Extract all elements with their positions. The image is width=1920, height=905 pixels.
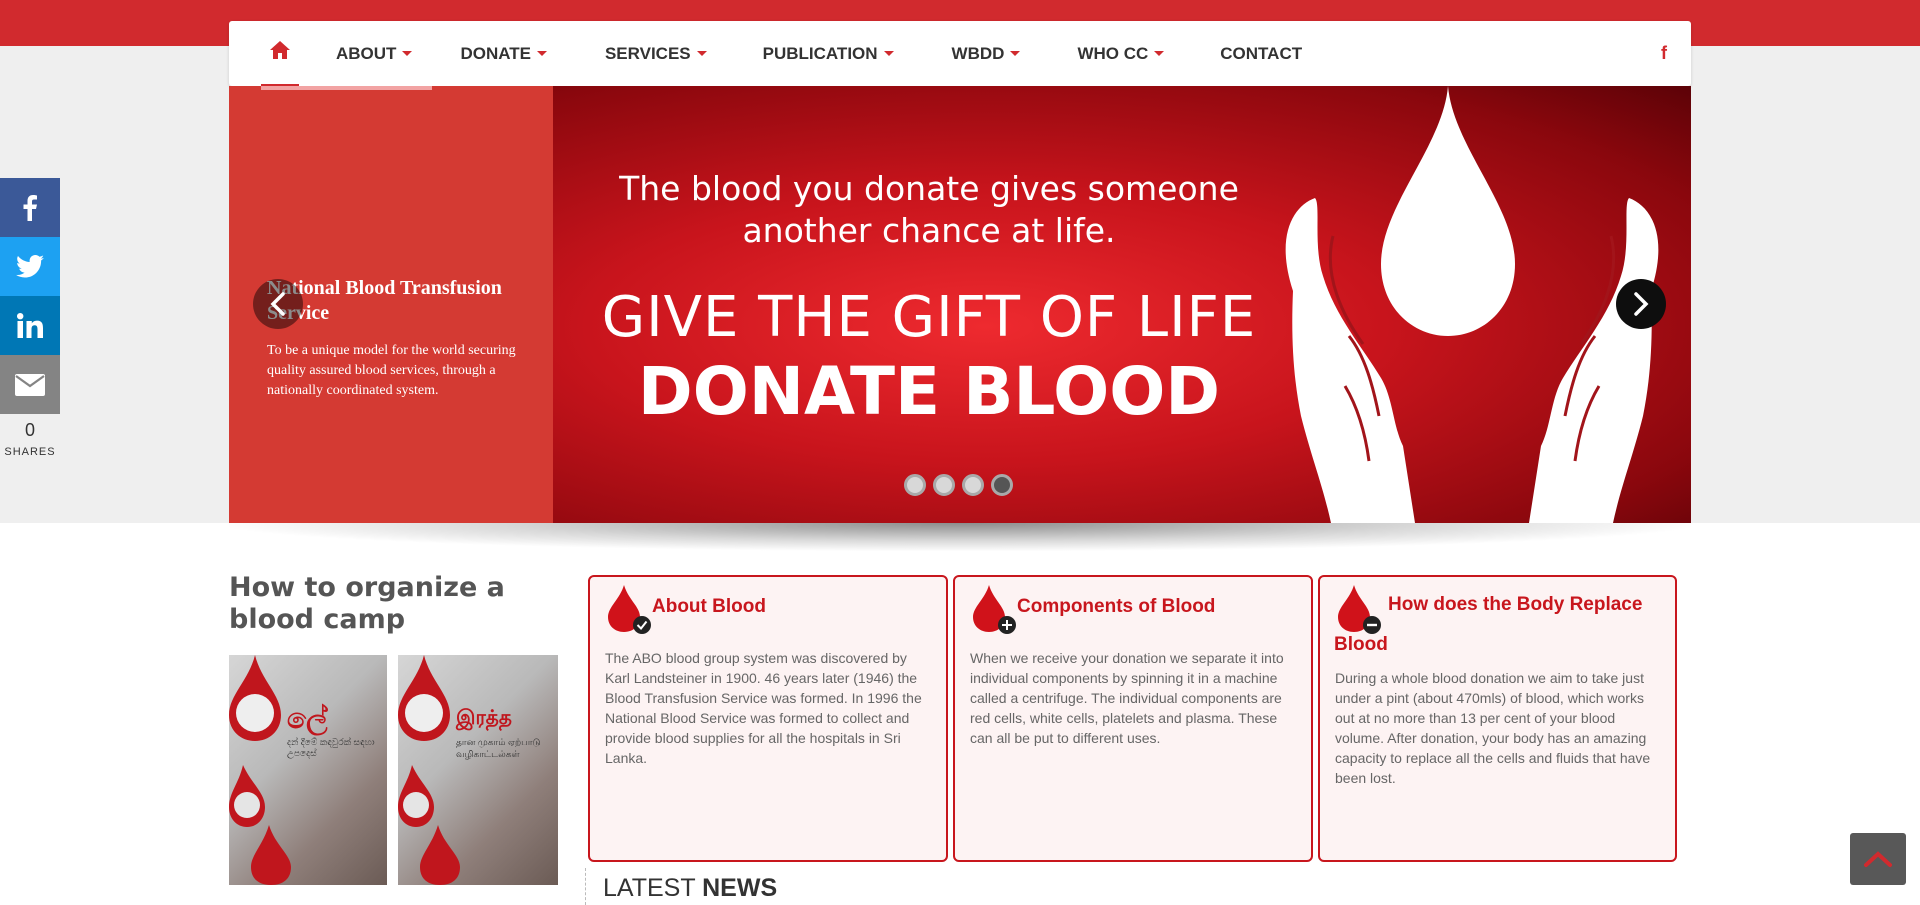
chevron-down-icon	[1154, 51, 1165, 56]
share-email-button[interactable]	[0, 355, 60, 414]
nav-item-who-cc[interactable]: WHO CC	[1077, 43, 1165, 64]
banner-tagline-line: another chance at life.	[742, 211, 1116, 250]
share-count: 0	[24, 420, 35, 440]
nav-item-donate[interactable]: DONATE	[460, 44, 547, 64]
blood-camp-poster-tamil[interactable]: இரத்த தான முகாம் ஏற்பாடு வழிகாட்டல்கள்	[398, 655, 558, 885]
nav-accent-bar	[261, 86, 432, 90]
nav-item-services[interactable]: SERVICES	[605, 44, 707, 64]
nav-item-label: WHO CC	[1077, 43, 1149, 63]
poster-heading: இரத்த	[456, 707, 512, 729]
slider-pagination	[904, 474, 1013, 496]
info-card-text: During a whole blood donation we aim to …	[1335, 670, 1651, 786]
nav-item-label: DONATE	[460, 43, 531, 63]
slider-prev-button[interactable]	[253, 279, 303, 329]
poster-subtitle: தான முகாம் ஏற்பாடு வழிகாட்டல்கள்	[456, 737, 541, 759]
slider-dot[interactable]	[904, 474, 926, 496]
latest-news-heading-bold: NEWS	[702, 874, 778, 902]
chevron-right-icon	[1634, 292, 1649, 316]
share-facebook-button[interactable]	[0, 178, 60, 237]
blood-drop-check-icon	[608, 585, 651, 634]
banner-cta: DONATE BLOOD	[637, 353, 1221, 430]
info-card-text: When we receive your donation we separat…	[970, 650, 1284, 746]
back-to-top-button[interactable]	[1850, 833, 1906, 885]
chevron-down-icon	[696, 51, 707, 56]
share-twitter-button[interactable]	[0, 237, 60, 296]
nav-item-label: ABOUT	[336, 43, 397, 63]
chevron-left-icon	[270, 292, 285, 316]
nav-menu: ABOUT DONATE SERVICES PUBLICATION WBDD W…	[336, 21, 1302, 86]
home-icon	[270, 41, 290, 59]
info-card-title[interactable]: How does the Body Replace Blood	[1334, 585, 1664, 665]
nav-item-label: PUBLICATION	[762, 43, 878, 63]
hero-slider: National Blood Transfusion Service To be…	[229, 86, 1691, 523]
chevron-down-icon	[1010, 51, 1021, 56]
info-card-about-blood: About Blood The ABO blood group system w…	[588, 575, 948, 862]
main-navbar: ABOUT DONATE SERVICES PUBLICATION WBDD W…	[229, 21, 1691, 86]
news-divider	[585, 868, 586, 905]
twitter-icon	[16, 255, 44, 278]
blood-drops-graphic	[398, 655, 460, 885]
nav-item-wbdd[interactable]: WBDD	[952, 44, 1021, 64]
chevron-down-icon	[536, 51, 547, 56]
nav-item-about[interactable]: ABOUT	[336, 43, 413, 64]
latest-news-heading: LATEST NEWS	[603, 874, 777, 903]
slide-banner-image: The blood you donate gives someone anoth…	[553, 86, 1691, 523]
info-card-title[interactable]: Components of Blood	[1017, 593, 1297, 621]
info-card-text: The ABO blood group system was discovere…	[605, 650, 922, 766]
poster-heading: ලේ	[287, 703, 328, 734]
nav-item-label: WBDD	[951, 43, 1005, 63]
slider-next-button[interactable]	[1616, 279, 1666, 329]
linkedin-icon	[17, 313, 43, 338]
nav-item-label: CONTACT	[1220, 43, 1303, 63]
nav-home[interactable]	[261, 21, 299, 86]
facebook-icon	[23, 194, 37, 221]
slider-dot[interactable]	[962, 474, 984, 496]
slide-caption-title: National Blood Transfusion Service	[267, 277, 502, 324]
blood-camp-poster-sinhala[interactable]: ලේ දන් දීමේ කඳවුරක් සඳහා උපදෙස්	[229, 655, 387, 885]
info-card-components: Components of Blood When we receive your…	[953, 575, 1313, 862]
social-share-sidebar	[0, 178, 60, 414]
slider-dot[interactable]	[933, 474, 955, 496]
share-count-label: SHARES	[4, 446, 56, 458]
nav-item-publication[interactable]: PUBLICATION	[763, 44, 894, 64]
chevron-up-icon	[1864, 851, 1892, 867]
info-card-title[interactable]: About Blood	[652, 593, 932, 621]
poster-subtitle: දන් දීමේ කඳවුරක් සඳහා උපදෙස්	[287, 737, 375, 758]
slider-dot-active[interactable]	[991, 474, 1013, 496]
latest-news-heading-light: LATEST	[603, 874, 696, 902]
banner-tagline-line: The blood you donate gives someone	[619, 169, 1239, 208]
share-linkedin-button[interactable]	[0, 296, 60, 355]
blood-camp-title: How to organize a blood camp	[229, 572, 505, 635]
slide-caption-text: To be a unique model for the world secur…	[267, 343, 516, 398]
slider-shadow	[229, 523, 1691, 551]
info-card-replace-blood: How does the Body Replace Blood During a…	[1318, 575, 1677, 862]
blood-drops-graphic	[229, 655, 291, 885]
nav-item-label: SERVICES	[604, 43, 691, 63]
chevron-down-icon	[402, 51, 413, 56]
nav-item-contact[interactable]: CONTACT	[1220, 44, 1302, 64]
email-icon	[15, 373, 45, 396]
chevron-down-icon	[883, 51, 894, 56]
facebook-icon[interactable]: f	[1661, 43, 1667, 64]
banner-heading: GIVE THE GIFT OF LIFE	[601, 285, 1257, 350]
blood-drop-plus-icon	[973, 585, 1016, 634]
banner-tagline: The blood you donate gives someone anoth…	[553, 168, 1305, 252]
